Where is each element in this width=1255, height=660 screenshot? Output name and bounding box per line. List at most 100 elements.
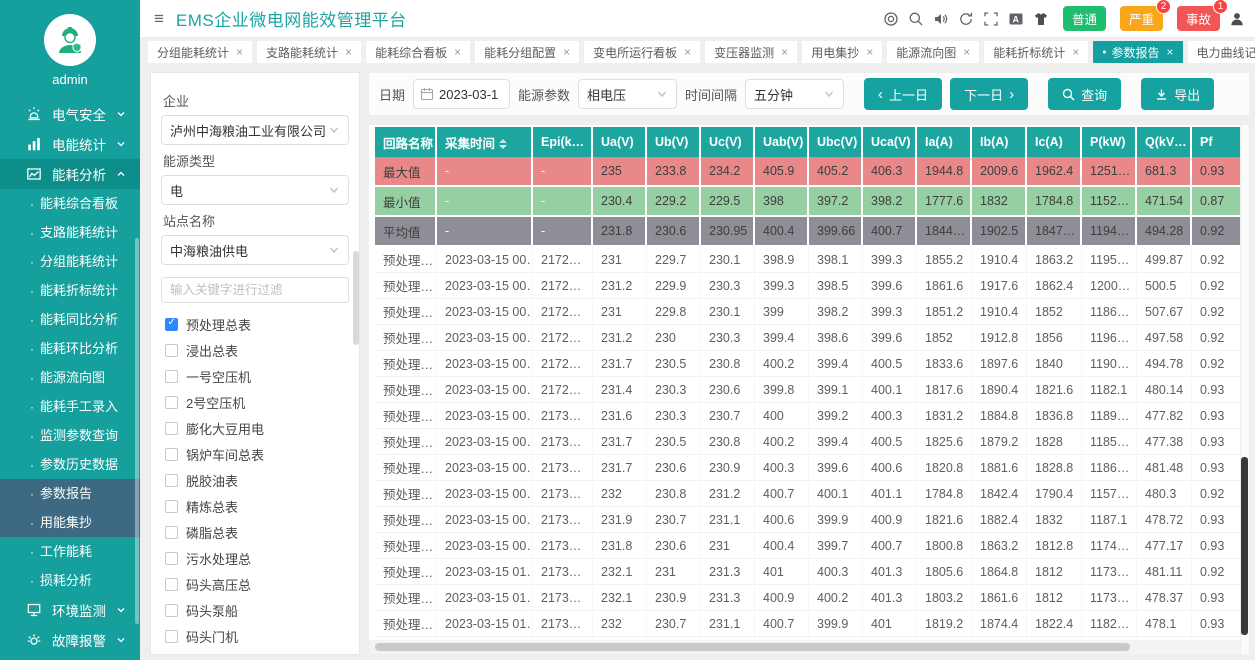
tab-能耗综合看板[interactable]: 能耗综合看板× xyxy=(366,41,470,63)
tab-close-icon[interactable]: × xyxy=(563,45,570,59)
tab-close-icon[interactable]: × xyxy=(684,45,691,59)
avatar[interactable] xyxy=(44,14,96,66)
menu-toggle-icon[interactable]: ≡ xyxy=(154,10,164,27)
export-button[interactable]: 导出 xyxy=(1141,78,1214,110)
next-day-button[interactable]: 下一日› xyxy=(950,78,1028,110)
menu-group-电能统计[interactable]: 电能统计 xyxy=(0,129,140,159)
theme-shirt-icon[interactable] xyxy=(1033,11,1049,27)
menu-group-故障报警[interactable]: 故障报警 xyxy=(0,625,140,655)
tab-变压器监测[interactable]: 变压器监测× xyxy=(705,41,797,63)
menu-item-损耗分析[interactable]: ·损耗分析 xyxy=(0,566,140,595)
dashboard-circle-icon[interactable] xyxy=(883,11,899,27)
alarm-badge-2[interactable]: 严重2 xyxy=(1120,6,1163,31)
search-icon[interactable] xyxy=(908,11,924,27)
table-row[interactable]: 预处理…2023-03-15 00…2173…232230.8231.2400.… xyxy=(375,481,1245,507)
interval-select[interactable]: 五分钟 xyxy=(745,79,844,109)
menu-item-能耗手工录入[interactable]: ·能耗手工录入 xyxy=(0,392,140,421)
alarm-badge-1[interactable]: 普通 xyxy=(1063,6,1106,31)
checkbox[interactable] xyxy=(165,474,178,487)
tab-close-icon[interactable]: × xyxy=(236,45,243,59)
circuit-item-锅炉车间总表[interactable]: 锅炉车间总表 xyxy=(161,441,349,467)
prev-day-button[interactable]: ‹上一日 xyxy=(864,78,942,110)
menu-item-支路能耗统计[interactable]: ·支路能耗统计 xyxy=(0,218,140,247)
circuit-item-码头门机[interactable]: 码头门机 xyxy=(161,623,349,649)
menu-item-用能集抄[interactable]: ·用能集抄 xyxy=(0,508,140,537)
menu-item-监测参数查询[interactable]: ·监测参数查询 xyxy=(0,421,140,450)
energy-type-select[interactable]: 电 xyxy=(161,175,349,205)
table-vertical-scrollbar-track[interactable] xyxy=(1240,125,1249,654)
menu-item-参数历史数据[interactable]: ·参数历史数据 xyxy=(0,450,140,479)
tab-close-icon[interactable]: × xyxy=(1072,45,1079,59)
table-row[interactable]: 预处理…2023-03-15 00…2172…231.2229.9230.339… xyxy=(375,273,1245,299)
company-select[interactable]: 泸州中海粮油工业有限公司 xyxy=(161,115,349,145)
table-row[interactable]: 预处理…2023-03-15 01…2173…232230.7231.1400.… xyxy=(375,611,1245,637)
menu-item-参数报告[interactable]: ·参数报告 xyxy=(0,479,140,508)
table-horizontal-scrollbar[interactable] xyxy=(375,643,1130,651)
tab-close-icon[interactable]: × xyxy=(781,45,788,59)
table-row[interactable]: 预处理…2023-03-15 00…2172…231229.8230.13993… xyxy=(375,299,1245,325)
menu-group-能耗分析[interactable]: 能耗分析 xyxy=(0,159,140,189)
tab-变电所运行看板[interactable]: 变电所运行看板× xyxy=(584,41,700,63)
table-row[interactable]: 预处理…2023-03-15 00…2173…231.8230.6231400.… xyxy=(375,533,1245,559)
table-row[interactable]: 预处理…2023-03-15 01…2173…232.1231231.34014… xyxy=(375,559,1245,585)
tab-close-icon[interactable]: × xyxy=(454,45,461,59)
table-row[interactable]: 预处理…2023-03-15 00…2172…231.2230230.3399.… xyxy=(375,325,1245,351)
alarm-badge-3[interactable]: 事故1 xyxy=(1177,6,1220,31)
circuit-item-大豆筒仓总表[interactable]: 大豆筒仓总表 xyxy=(161,649,349,655)
checkbox[interactable] xyxy=(165,422,178,435)
circuit-item-精炼总表[interactable]: 精炼总表 xyxy=(161,493,349,519)
user-icon[interactable] xyxy=(1229,11,1245,27)
circuit-item-预处理总表[interactable]: 预处理总表 xyxy=(161,311,349,337)
font-size-icon[interactable]: A xyxy=(1008,11,1024,27)
menu-item-能耗同比分析[interactable]: ·能耗同比分析 xyxy=(0,305,140,334)
checkbox[interactable] xyxy=(165,604,178,617)
table-row[interactable]: 预处理…2023-03-15 00…2172…231.7230.5230.840… xyxy=(375,351,1245,377)
fullscreen-icon[interactable] xyxy=(983,11,999,27)
menu-item-能耗环比分析[interactable]: ·能耗环比分析 xyxy=(0,334,140,363)
tab-能耗折标统计[interactable]: 能耗折标统计× xyxy=(984,41,1088,63)
tab-能源流向图[interactable]: 能源流向图× xyxy=(887,41,979,63)
tab-close-icon[interactable]: × xyxy=(866,45,873,59)
table-horizontal-scrollbar-track[interactable] xyxy=(369,640,1240,654)
refresh-icon[interactable] xyxy=(958,11,974,27)
table-row[interactable]: 预处理…2023-03-15 00…2172…231.4230.3230.639… xyxy=(375,377,1245,403)
checkbox[interactable] xyxy=(165,344,178,357)
tab-参数报告[interactable]: ●参数报告× xyxy=(1093,41,1182,63)
tab-能耗分组配置[interactable]: 能耗分组配置× xyxy=(475,41,579,63)
sidebar-scrollbar[interactable] xyxy=(135,238,139,624)
circuit-item-2号空压机[interactable]: 2号空压机 xyxy=(161,389,349,415)
circuit-filter-input[interactable] xyxy=(161,277,349,303)
checkbox[interactable] xyxy=(165,500,178,513)
tab-电力曲线记录[interactable]: 电力曲线记录× xyxy=(1188,41,1255,63)
menu-group-环境监测[interactable]: 环境监测 xyxy=(0,595,140,625)
menu-group-电气安全[interactable]: 电气安全 xyxy=(0,99,140,129)
station-select[interactable]: 中海粮油供电 xyxy=(161,235,349,265)
volume-icon[interactable] xyxy=(933,11,949,27)
circuit-item-磷脂总表[interactable]: 磷脂总表 xyxy=(161,519,349,545)
column-header-采集时间[interactable]: 采集时间 xyxy=(437,127,533,157)
circuit-item-码头高压总[interactable]: 码头高压总 xyxy=(161,571,349,597)
circuit-item-码头泵船[interactable]: 码头泵船 xyxy=(161,597,349,623)
table-row[interactable]: 预处理…2023-03-15 00…2173…231.9230.7231.140… xyxy=(375,507,1245,533)
checkbox[interactable] xyxy=(165,370,178,383)
date-picker[interactable]: 2023-03-1 xyxy=(413,79,510,109)
table-row[interactable]: 预处理…2023-03-15 00…2173…231.6230.3230.740… xyxy=(375,403,1245,429)
tab-close-icon[interactable]: × xyxy=(963,45,970,59)
circuit-item-膨化大豆用电[interactable]: 膨化大豆用电 xyxy=(161,415,349,441)
table-row[interactable]: 预处理…2023-03-15 00…2173…231.7230.6230.940… xyxy=(375,455,1245,481)
menu-item-能耗综合看板[interactable]: ·能耗综合看板 xyxy=(0,189,140,218)
checkbox[interactable] xyxy=(165,396,178,409)
circuit-item-污水处理总[interactable]: 污水处理总 xyxy=(161,545,349,571)
menu-item-分组能耗统计[interactable]: ·分组能耗统计 xyxy=(0,247,140,276)
circuit-item-一号空压机[interactable]: 一号空压机 xyxy=(161,363,349,389)
tab-close-icon[interactable]: × xyxy=(345,45,352,59)
tab-分组能耗统计[interactable]: 分组能耗统计× xyxy=(148,41,252,63)
checkbox[interactable] xyxy=(165,448,178,461)
checkbox[interactable] xyxy=(165,552,178,565)
circuit-item-浸出总表[interactable]: 浸出总表 xyxy=(161,337,349,363)
param-select[interactable]: 相电压 xyxy=(578,79,677,109)
menu-item-工作能耗[interactable]: ·工作能耗 xyxy=(0,537,140,566)
checkbox[interactable] xyxy=(165,526,178,539)
circuit-list-scrollbar[interactable] xyxy=(353,251,359,345)
tab-用电集抄[interactable]: 用电集抄× xyxy=(802,41,882,63)
